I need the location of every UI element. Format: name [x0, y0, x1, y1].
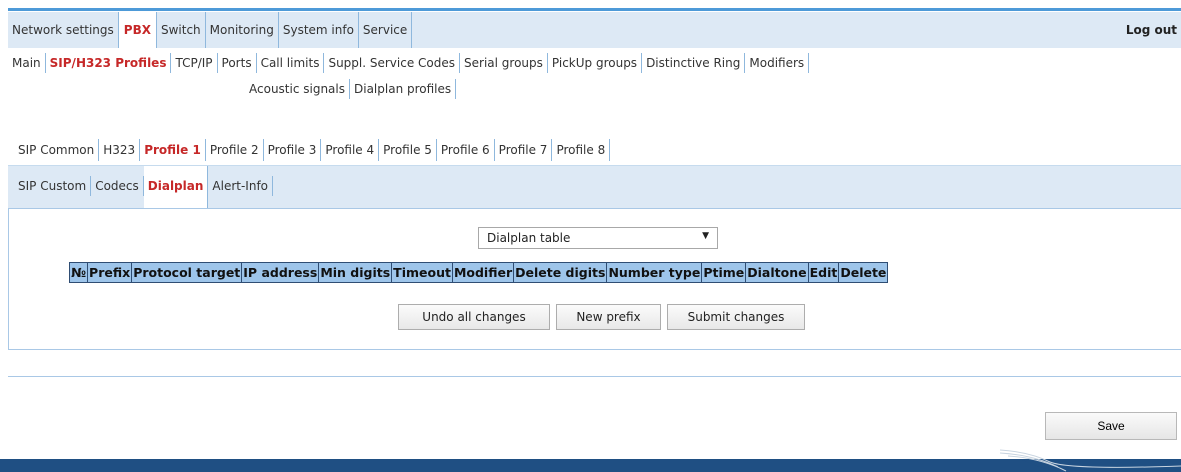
sub-tab-sip-h323-profiles[interactable]: SIP/H323 Profiles	[46, 53, 172, 73]
sub-tab-serial-groups[interactable]: Serial groups	[460, 53, 548, 73]
col-ptime: Ptime	[701, 262, 747, 283]
main-tab-system-info[interactable]: System info	[279, 12, 359, 48]
footer-bar	[0, 459, 1181, 472]
sub-tab-modifiers[interactable]: Modifiers	[745, 53, 810, 73]
sub-tab-tcp-ip[interactable]: TCP/IP	[171, 53, 218, 73]
sub-tab-suppl-service-codes[interactable]: Suppl. Service Codes	[324, 53, 461, 73]
inner-tab-sip-custom[interactable]: SIP Custom	[14, 176, 92, 196]
col-prefix: Prefix	[87, 262, 133, 283]
col-number-type: Number type	[606, 262, 703, 283]
main-tab-network-settings[interactable]: Network settings	[8, 12, 119, 48]
inner-tab-codecs[interactable]: Codecs	[91, 176, 144, 196]
inner-tab-dialplan[interactable]: Dialplan	[143, 166, 209, 208]
profile-tab-profile-3[interactable]: Profile 3	[264, 139, 322, 161]
main-tab-monitoring[interactable]: Monitoring	[206, 12, 279, 48]
profile-tab-profile-1[interactable]: Profile 1	[140, 139, 206, 161]
profile-inner-tabs: SIP Custom Codecs Dialplan Alert-Info	[8, 166, 1181, 208]
sub-tab-distinctive-ring[interactable]: Distinctive Ring	[642, 53, 746, 73]
col-ip-address: IP address	[241, 262, 320, 283]
new-prefix-button[interactable]: New prefix	[556, 304, 661, 330]
inner-tab-alert-info[interactable]: Alert-Info	[208, 176, 274, 196]
main-nav: Network settings PBX Switch Monitoring S…	[8, 12, 1181, 48]
logout-link[interactable]: Log out	[1126, 12, 1177, 48]
profile-tab-profile-5[interactable]: Profile 5	[379, 139, 437, 161]
profile-tab-profile-8[interactable]: Profile 8	[552, 139, 611, 161]
pbx-sub-nav: Main SIP/H323 Profiles TCP/IP Ports Call…	[8, 48, 1181, 118]
undo-all-changes-button[interactable]: Undo all changes	[398, 304, 550, 330]
save-button[interactable]: Save	[1045, 412, 1177, 440]
col-protocol-target: Protocol target	[131, 262, 243, 283]
col-timeout: Timeout	[391, 262, 453, 283]
dialplan-select[interactable]: Dialplan table ▼	[478, 227, 718, 249]
sub-tab-acoustic-signals[interactable]: Acoustic signals	[245, 79, 350, 99]
col-modifier: Modifier	[451, 262, 515, 283]
main-tab-switch[interactable]: Switch	[157, 12, 206, 48]
col-number: №	[68, 262, 89, 283]
col-edit: Edit	[807, 262, 840, 283]
sub-tab-call-limits[interactable]: Call limits	[257, 53, 325, 73]
sub-tab-pickup-groups[interactable]: PickUp groups	[548, 53, 643, 73]
profile-tab-profile-4[interactable]: Profile 4	[321, 139, 380, 161]
top-accent-line	[8, 8, 1181, 11]
main-tab-service[interactable]: Service	[359, 12, 413, 48]
dropdown-arrow-icon: ▼	[702, 231, 709, 241]
main-tab-pbx[interactable]: PBX	[118, 12, 157, 48]
profile-tabs: SIP Common H323 Profile 1 Profile 2 Prof…	[8, 134, 1181, 166]
profile-tab-h323[interactable]: H323	[99, 139, 141, 161]
profile-tab-profile-7[interactable]: Profile 7	[495, 139, 553, 161]
col-delete: Delete	[838, 262, 889, 283]
dialplan-table: № Prefix Protocol target IP address Min …	[68, 262, 889, 283]
dialplan-select-value: Dialplan table	[487, 231, 571, 245]
dialplan-panel: Dialplan table ▼ № Prefix Protocol targe…	[8, 208, 1181, 350]
section-divider	[8, 376, 1181, 377]
col-min-digits: Min digits	[318, 262, 393, 283]
table-header-row: № Prefix Protocol target IP address Min …	[68, 262, 889, 283]
sub-tab-ports[interactable]: Ports	[218, 53, 257, 73]
submit-changes-button[interactable]: Submit changes	[667, 304, 805, 330]
sub-tab-dialplan-profiles[interactable]: Dialplan profiles	[350, 79, 457, 99]
col-dialtone: Dialtone	[745, 262, 809, 283]
profile-tab-profile-6[interactable]: Profile 6	[437, 139, 495, 161]
profile-tab-sip-common[interactable]: SIP Common	[14, 139, 100, 161]
profile-tab-profile-2[interactable]: Profile 2	[206, 139, 264, 161]
sub-tab-main[interactable]: Main	[8, 53, 46, 73]
col-delete-digits: Delete digits	[513, 262, 608, 283]
